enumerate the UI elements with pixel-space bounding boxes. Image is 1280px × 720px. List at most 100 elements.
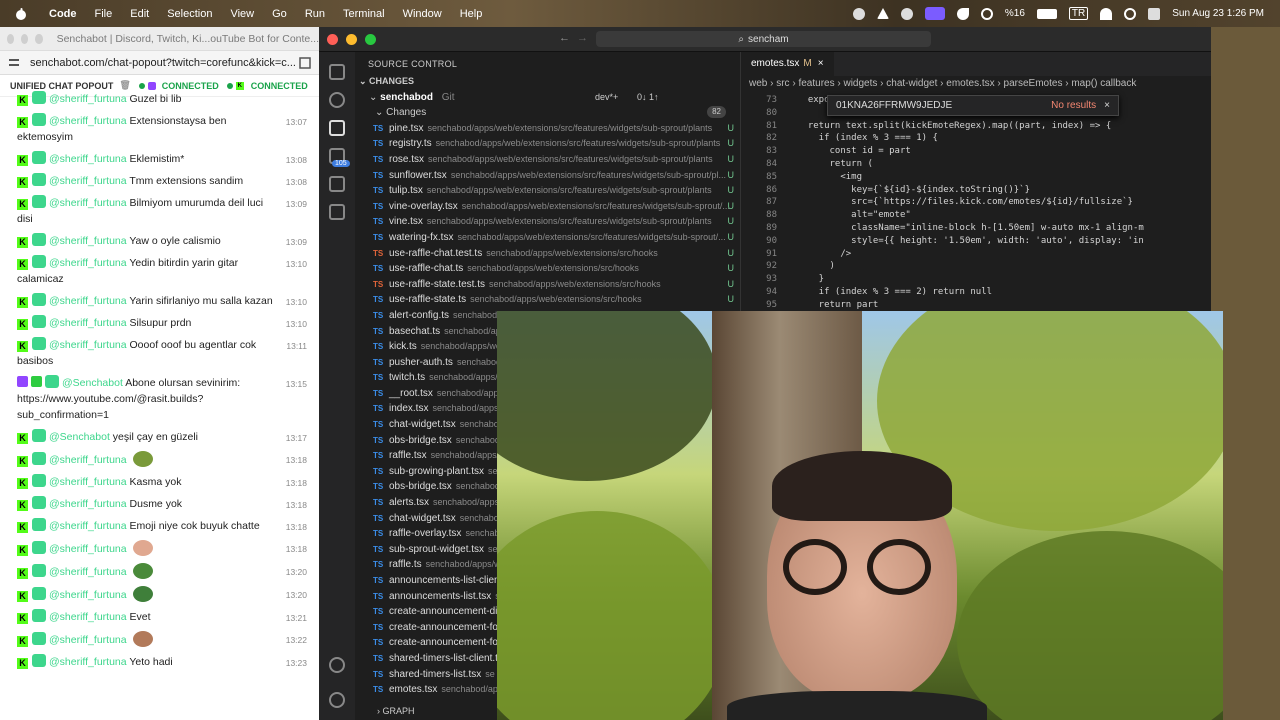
repo-row[interactable]: ⌄ senchabod Git dev*+ 0↓ 1↑	[355, 90, 740, 106]
open-external-icon[interactable]	[299, 56, 311, 69]
account-icon[interactable]	[329, 657, 345, 673]
code-line[interactable]: 93 }	[741, 273, 1211, 286]
chat-username[interactable]: @sheriff_furtuna	[49, 115, 127, 127]
chat-username[interactable]: @sheriff_furtuna	[49, 175, 127, 187]
chat-username[interactable]: @sheriff_furtuna	[49, 589, 127, 601]
changed-file-row[interactable]: TS vine.tsx senchabod/apps/web/extensions/…	[373, 214, 740, 230]
changed-file-row[interactable]: TS use-raffle-state.test.ts senchabod/apps…	[373, 277, 740, 293]
sync-status[interactable]: 0↓ 1↑	[637, 90, 659, 106]
chat-username[interactable]: @sheriff_furtuna	[49, 543, 127, 555]
settings-icon[interactable]	[8, 57, 20, 69]
changed-file-row[interactable]: TS use-raffle-chat.test.ts senchabod/apps/…	[373, 246, 740, 262]
battery-icon[interactable]	[1036, 8, 1057, 19]
close-icon[interactable]: ×	[1104, 100, 1110, 111]
back-arrow-icon[interactable]: ←	[559, 32, 570, 44]
close-icon[interactable]	[7, 33, 15, 44]
code-line[interactable]: 94 if (index % 3 === 2) return null	[741, 286, 1211, 299]
chat-username[interactable]: @sheriff_furtuna	[49, 611, 127, 623]
code-line[interactable]: 81 return text.split(kickEmoteRegex).map…	[741, 120, 1211, 133]
chat-username[interactable]: @sheriff_furtuna	[49, 257, 127, 269]
menu-app-name[interactable]: Code	[40, 8, 86, 20]
minimize-icon[interactable]	[346, 33, 357, 45]
code-line[interactable]: 91 />	[741, 248, 1211, 261]
code-view[interactable]: 73 export 80 81 return text.split(kickEmot…	[741, 94, 1211, 312]
menu-item[interactable]: Run	[296, 8, 334, 20]
changes-section-header[interactable]: ⌄ CHANGES	[355, 74, 740, 90]
chat-username[interactable]: @sheriff_furtuna	[49, 93, 127, 105]
url-text[interactable]: senchabot.com/chat-popout?twitch=corefun…	[30, 57, 299, 69]
chat-username[interactable]: @sheriff_furtuna	[49, 476, 127, 488]
menu-item[interactable]: File	[86, 8, 122, 20]
changed-file-row[interactable]: TS tulip.tsx senchabod/apps/web/extensions…	[373, 183, 740, 199]
testing-icon[interactable]	[329, 204, 345, 220]
changed-file-row[interactable]: TS pine.tsx senchabod/apps/web/extensions/…	[373, 121, 740, 137]
explorer-icon[interactable]	[329, 64, 345, 80]
chat-username[interactable]: @Senchabot	[62, 377, 123, 389]
code-line[interactable]: 90 style={{ height: '1.50em', width: 'au…	[741, 235, 1211, 248]
chat-username[interactable]: @sheriff_furtuna	[49, 197, 127, 209]
minimize-icon[interactable]	[21, 33, 29, 44]
menu-item[interactable]: View	[221, 8, 263, 20]
changed-file-row[interactable]: TS sunflower.tsx senchabod/apps/web/extens…	[373, 168, 740, 184]
input-source[interactable]: TR	[1068, 7, 1089, 20]
zoom-icon[interactable]	[35, 33, 43, 44]
chat-username[interactable]: @sheriff_furtuna	[49, 520, 127, 532]
chat-username[interactable]: @Senchabot	[49, 431, 110, 443]
forward-arrow-icon[interactable]: →	[577, 32, 588, 44]
code-line[interactable]: 88 alt="emote"	[741, 209, 1211, 222]
chat-username[interactable]: @sheriff_furtuna	[49, 295, 127, 307]
chat-username[interactable]: @sheriff_furtuna	[49, 498, 127, 510]
user-circle-icon[interactable]	[980, 7, 993, 20]
search-icon[interactable]	[1124, 7, 1137, 20]
changed-file-row[interactable]: TS use-raffle-state.ts senchabod/apps/web/…	[373, 292, 740, 308]
wifi-icon[interactable]	[1100, 7, 1113, 20]
branch-name[interactable]: dev*+	[595, 90, 618, 106]
changed-file-row[interactable]: TS rose.tsx senchabod/apps/web/extensions/…	[373, 152, 740, 168]
zoom-icon[interactable]	[365, 33, 376, 45]
command-search[interactable]: ⌕ sencham	[596, 31, 931, 47]
menu-item[interactable]: Window	[394, 8, 451, 20]
apple-icon[interactable]	[14, 7, 28, 21]
chat-username[interactable]: @sheriff_furtuna	[49, 317, 127, 329]
menu-item[interactable]: Terminal	[334, 8, 394, 20]
menu-item[interactable]: Selection	[158, 8, 221, 20]
chat-username[interactable]: @sheriff_furtuna	[49, 153, 127, 165]
changed-file-row[interactable]: TS watering-fx.tsx senchabod/apps/web/exte…	[373, 230, 740, 246]
code-line[interactable]: 95 return part	[741, 299, 1211, 312]
code-line[interactable]: 89 className="inline-block h-[1.50em] w-…	[741, 222, 1211, 235]
url-bar[interactable]: senchabot.com/chat-popout?twitch=corefun…	[0, 51, 319, 75]
control-center-icon[interactable]	[1148, 7, 1161, 20]
moon-icon[interactable]	[956, 7, 969, 20]
find-input[interactable]: 01KNA26FFRMW9JEDJE	[836, 100, 952, 111]
chat-username[interactable]: @sheriff_furtuna	[49, 454, 127, 466]
changed-file-row[interactable]: TS registry.ts senchabod/apps/web/extensio…	[373, 136, 740, 152]
tab-emotes[interactable]: emotes.tsx M ×	[741, 52, 834, 76]
code-line[interactable]: 84 return (	[741, 158, 1211, 171]
extensions-icon[interactable]	[329, 176, 345, 192]
chat-username[interactable]: @sheriff_furtuna	[49, 634, 127, 646]
code-line[interactable]: 92 )	[741, 260, 1211, 273]
chat-username[interactable]: @sheriff_furtuna	[49, 566, 127, 578]
menu-item[interactable]: Go	[263, 8, 296, 20]
changed-file-row[interactable]: TS vine-overlay.tsx senchabod/apps/web/ext…	[373, 199, 740, 215]
changed-file-row[interactable]: TS use-raffle-chat.ts senchabod/apps/web/e…	[373, 261, 740, 277]
code-line[interactable]: 82 if (index % 3 === 1) {	[741, 132, 1211, 145]
menu-item[interactable]: Edit	[121, 8, 158, 20]
chat-username[interactable]: @sheriff_furtuna	[49, 339, 127, 351]
close-icon[interactable]	[327, 33, 338, 45]
code-line[interactable]: 87 src={`https://files.kick.com/emotes/$…	[741, 196, 1211, 209]
search-icon[interactable]	[329, 92, 345, 108]
code-line[interactable]: 86 key={`${id}-${index.toString()}`}	[741, 184, 1211, 197]
record-icon[interactable]	[852, 7, 865, 20]
code-line[interactable]: 85 <img	[741, 171, 1211, 184]
changes-group[interactable]: ⌄ Changes 82	[355, 105, 740, 121]
stage-manager-icon[interactable]	[924, 7, 945, 20]
chat-username[interactable]: @sheriff_furtuna	[49, 656, 127, 668]
code-line[interactable]: 83 const id = part	[741, 145, 1211, 158]
camera-icon[interactable]	[900, 7, 913, 20]
chat-username[interactable]: @sheriff_furtuna	[49, 235, 127, 247]
app-icon[interactable]	[876, 8, 889, 19]
close-icon[interactable]: ×	[818, 58, 824, 69]
breadcrumb[interactable]: web › src › features › widgets › chat-wi…	[741, 76, 1211, 94]
gear-icon[interactable]	[329, 692, 345, 708]
